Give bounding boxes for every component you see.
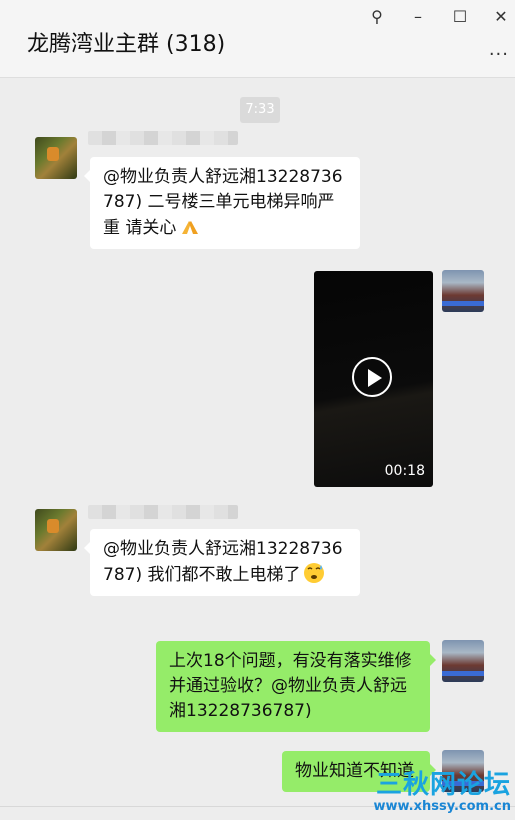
close-button[interactable]: ✕ <box>488 6 514 28</box>
sender-avatar[interactable] <box>35 509 77 551</box>
message-bubble[interactable]: @物业负责人舒远湘13228736787) 二号楼三单元电梯异响严重 请关心 <box>84 157 360 249</box>
sender-avatar[interactable] <box>35 137 77 179</box>
message-bubble[interactable]: 上次18个问题，有没有落实维修并通过验收？@物业负责人舒远湘1322873678… <box>156 641 436 732</box>
sender-nickname-blurred <box>88 505 238 519</box>
sweat-face-emoji-icon <box>304 563 325 583</box>
video-message[interactable]: 00:18 <box>314 271 433 487</box>
pin-icon[interactable]: ⚲ <box>364 6 390 28</box>
message-text: 上次18个问题，有没有落实维修并通过验收？@物业负责人舒远湘1322873678… <box>169 651 412 721</box>
message-bubble[interactable]: @物业负责人舒远湘13228736787) 我们都不敢上电梯了 <box>84 529 360 596</box>
sender-nickname-blurred <box>88 131 238 145</box>
play-icon[interactable] <box>352 357 392 397</box>
self-avatar[interactable] <box>442 640 484 682</box>
site-watermark: 三秋网论坛 www.xhssy.com.cn <box>373 770 511 814</box>
minimize-button[interactable]: – <box>405 6 431 28</box>
self-avatar[interactable] <box>442 270 484 312</box>
watermark-title: 三秋网论坛 <box>375 770 511 800</box>
message-timestamp: 7:33 <box>240 97 280 123</box>
chat-title: 龙腾湾业主群 (318) <box>27 32 226 57</box>
maximize-button[interactable]: ☐ <box>447 6 473 28</box>
more-options-icon[interactable]: ··· <box>489 44 509 65</box>
folded-hands-emoji-icon <box>182 221 199 234</box>
watermark-url: www.xhssy.com.cn <box>373 799 511 814</box>
video-duration: 00:18 <box>384 463 425 479</box>
message-text: @物业负责人舒远湘13228736787) 二号楼三单元电梯异响严重 请关心 <box>103 167 343 238</box>
title-bar: 龙腾湾业主群 (318) ⚲ – ☐ ✕ ··· <box>0 0 515 78</box>
